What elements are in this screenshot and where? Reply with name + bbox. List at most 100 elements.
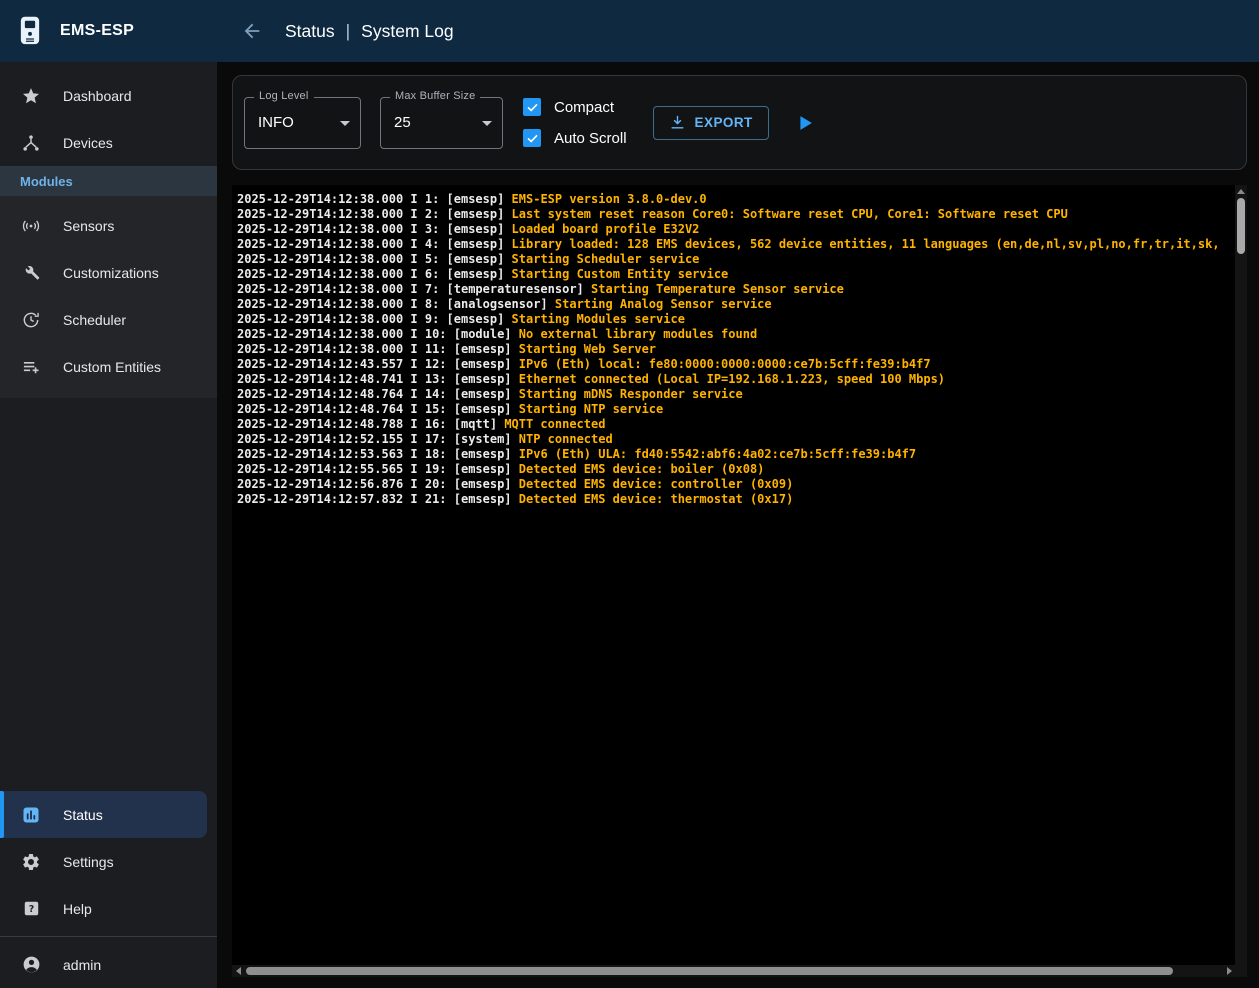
log-line: 2025-12-29T14:12:57.832 I 21: [emsesp] D… [237,492,1231,507]
sidebar-item-label: Customizations [63,265,159,281]
help-icon: ? [19,897,43,921]
sensor-waves-icon [19,214,43,238]
log-line: 2025-12-29T14:12:38.000 I 8: [analogsens… [237,297,1231,312]
log-line: 2025-12-29T14:12:48.741 I 13: [emsesp] E… [237,372,1231,387]
topbar: Status | System Log [217,0,1259,62]
account-circle-icon [19,953,43,977]
log-line: 2025-12-29T14:12:38.000 I 5: [emsesp] St… [237,252,1231,267]
auto-scroll-checkbox-row[interactable]: Auto Scroll [523,129,627,147]
ems-esp-app: EMS-ESP Dashboard Devices [0,0,1259,988]
log-line: 2025-12-29T14:12:55.565 I 19: [emsesp] D… [237,462,1231,477]
sidebar-divider [0,936,217,937]
log-controls-card: Log Level INFO Max Buffer Size 25 Compac… [232,75,1247,170]
sidebar-item-sensors[interactable]: Sensors [0,202,217,249]
gear-icon [19,850,43,874]
log-line: 2025-12-29T14:12:38.000 I 11: [emsesp] S… [237,342,1231,357]
page-title-primary: Status [285,21,335,42]
sidebar-section-modules: Modules [0,166,217,196]
compact-checkbox[interactable] [523,98,541,116]
check-icon [526,101,539,114]
scrollbar-corner [1235,965,1247,977]
log-line: 2025-12-29T14:12:52.155 I 17: [system] N… [237,432,1231,447]
log-line: 2025-12-29T14:12:38.000 I 2: [emsesp] La… [237,207,1231,222]
vertical-scrollbar-thumb[interactable] [1237,198,1245,254]
sidebar-item-devices[interactable]: Devices [0,119,217,166]
download-icon [669,114,686,131]
sidebar-nav-top: Dashboard Devices [0,62,217,166]
log-line: 2025-12-29T14:12:38.000 I 7: [temperatur… [237,282,1231,297]
max-buffer-size-select-value: 25 [394,114,411,131]
sidebar-item-label: Devices [63,135,113,151]
sidebar-item-dashboard[interactable]: Dashboard [0,72,217,119]
app-title: EMS-ESP [60,22,134,40]
chevron-down-icon [482,121,492,126]
export-button[interactable]: EXPORT [653,106,769,140]
sidebar-item-label: Settings [63,854,114,870]
sidebar-nav-modules: Sensors Customizations Scheduler [0,196,217,398]
svg-text:?: ? [28,904,34,915]
sidebar-header: EMS-ESP [0,0,217,62]
sidebar-user-label: admin [63,957,101,973]
sidebar-item-custom-entities[interactable]: Custom Entities [0,343,217,390]
vertical-scrollbar[interactable] [1235,185,1247,965]
sidebar-item-settings[interactable]: Settings [0,838,217,885]
log-line: 2025-12-29T14:12:56.876 I 20: [emsesp] D… [237,477,1231,492]
export-button-label: EXPORT [695,115,753,130]
play-icon [794,112,816,134]
sidebar-item-label: Dashboard [63,88,132,104]
auto-scroll-checkbox[interactable] [523,129,541,147]
log-line: 2025-12-29T14:12:48.764 I 15: [emsesp] S… [237,402,1231,417]
sidebar-item-scheduler[interactable]: Scheduler [0,296,217,343]
log-line: 2025-12-29T14:12:48.788 I 16: [mqtt] MQT… [237,417,1231,432]
log-line: 2025-12-29T14:12:38.000 I 4: [emsesp] Li… [237,237,1231,252]
sidebar-item-admin[interactable]: admin [0,941,217,988]
sidebar-item-label: Scheduler [63,312,126,328]
modules-section-label: Modules [20,174,73,189]
main-content: Log Level INFO Max Buffer Size 25 Compac… [217,62,1259,988]
sidebar-item-help[interactable]: ? Help [0,885,217,932]
scroll-up-arrow-icon[interactable] [1235,185,1247,197]
horizontal-scrollbar[interactable] [232,965,1235,977]
log-line: 2025-12-29T14:12:38.000 I 6: [emsesp] St… [237,267,1231,282]
checkbox-group: Compact Auto Scroll [523,98,627,147]
clock-refresh-icon [19,308,43,332]
sidebar-item-status[interactable]: Status [0,791,207,838]
compact-checkbox-row[interactable]: Compact [523,98,627,116]
max-buffer-size-select-label: Max Buffer Size [390,90,480,102]
log-line: 2025-12-29T14:12:38.000 I 1: [emsesp] EM… [237,192,1231,207]
log-lines: 2025-12-29T14:12:38.000 I 1: [emsesp] EM… [237,192,1231,961]
log-level-select[interactable]: Log Level INFO [244,97,361,149]
analytics-icon [19,803,43,827]
log-line: 2025-12-29T14:12:48.764 I 14: [emsesp] S… [237,387,1231,402]
sidebar-item-label: Status [63,807,103,823]
log-line: 2025-12-29T14:12:38.000 I 9: [emsesp] St… [237,312,1231,327]
log-line: 2025-12-29T14:12:43.557 I 12: [emsesp] I… [237,357,1231,372]
sidebar: EMS-ESP Dashboard Devices [0,0,217,988]
log-level-select-value: INFO [258,114,294,131]
log-level-select-label: Log Level [254,90,314,102]
device-hub-icon [19,131,43,155]
check-icon [526,132,539,145]
log-line: 2025-12-29T14:12:38.000 I 3: [emsesp] Lo… [237,222,1231,237]
horizontal-scrollbar-thumb[interactable] [246,967,1173,975]
sidebar-item-label: Help [63,901,92,917]
sidebar-item-label: Custom Entities [63,359,161,375]
log-line: 2025-12-29T14:12:38.000 I 10: [module] N… [237,327,1231,342]
sidebar-item-customizations[interactable]: Customizations [0,249,217,296]
back-arrow-icon[interactable] [239,18,265,44]
scroll-left-arrow-icon[interactable] [232,965,244,977]
play-button[interactable] [791,109,819,137]
max-buffer-size-select[interactable]: Max Buffer Size 25 [380,97,503,149]
log-panel: 2025-12-29T14:12:38.000 I 1: [emsesp] EM… [232,185,1247,977]
sidebar-item-label: Sensors [63,218,114,234]
page-title-secondary: System Log [361,21,453,42]
app-logo-icon [16,14,44,48]
playlist-add-icon [19,355,43,379]
auto-scroll-checkbox-label: Auto Scroll [554,130,627,147]
log-line: 2025-12-29T14:12:53.563 I 18: [emsesp] I… [237,447,1231,462]
tools-icon [19,261,43,285]
page-title-separator: | [346,21,351,42]
star-icon [19,84,43,108]
scroll-right-arrow-icon[interactable] [1223,965,1235,977]
page-title: Status | System Log [285,21,454,42]
